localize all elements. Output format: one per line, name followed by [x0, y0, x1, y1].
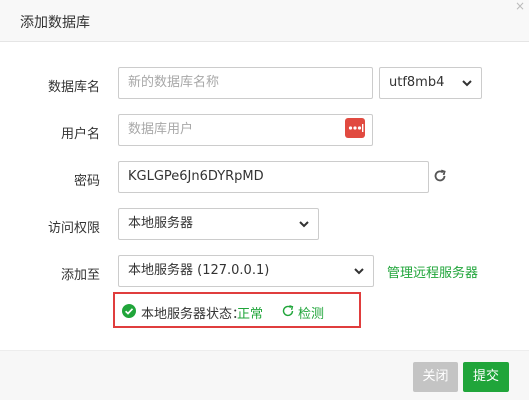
server-status-value: 正常: [237, 307, 264, 322]
close-button[interactable]: 关闭: [413, 362, 458, 392]
server-status-label: 本地服务器状态：: [141, 307, 246, 322]
check-circle-icon: [122, 304, 136, 318]
charset-select[interactable]: utf8mb4: [379, 67, 482, 99]
random-dots-icon: [348, 124, 364, 132]
charset-select-value: utf8mb4: [389, 75, 445, 90]
detect-button[interactable]: 检测: [298, 303, 324, 322]
manage-remote-servers-link[interactable]: 管理远程服务器: [387, 262, 478, 281]
dialog-footer: 关闭 提交: [0, 350, 529, 400]
server-select-value: 本地服务器 (127.0.0.1): [128, 263, 270, 278]
refresh-icon[interactable]: [281, 304, 295, 318]
dialog-title: 添加数据库: [20, 15, 90, 31]
add-to-label: 添加至: [60, 268, 100, 283]
db-name-input[interactable]: 新的数据库名称: [118, 67, 373, 99]
username-label: 用户名: [60, 127, 100, 142]
generate-username-button[interactable]: [345, 118, 365, 138]
access-select[interactable]: 本地服务器: [118, 208, 319, 240]
password-label: 密码: [73, 174, 100, 189]
dialog-titlebar: 添加数据库 ×: [0, 0, 529, 42]
username-input[interactable]: 数据库用户: [118, 114, 373, 146]
password-input[interactable]: KGLGPe6Jn6DYRpMD: [118, 161, 429, 193]
chevron-down-icon: [462, 80, 472, 87]
db-name-label: 数据库名: [47, 80, 100, 95]
submit-button[interactable]: 提交: [463, 362, 509, 392]
server-select[interactable]: 本地服务器 (127.0.0.1): [118, 255, 374, 287]
chevron-down-icon: [354, 268, 364, 275]
server-status-box: 本地服务器状态： 正常 检测: [113, 292, 361, 328]
access-select-value: 本地服务器: [128, 216, 194, 231]
access-label: 访问权限: [47, 221, 100, 236]
close-icon[interactable]: ×: [511, 0, 529, 14]
chevron-down-icon: [299, 221, 309, 228]
refresh-icon[interactable]: [433, 169, 447, 183]
add-database-dialog: 添加数据库 × 数据库名 新的数据库名称 utf8mb4 用户名 数据库用户 密…: [0, 0, 529, 400]
